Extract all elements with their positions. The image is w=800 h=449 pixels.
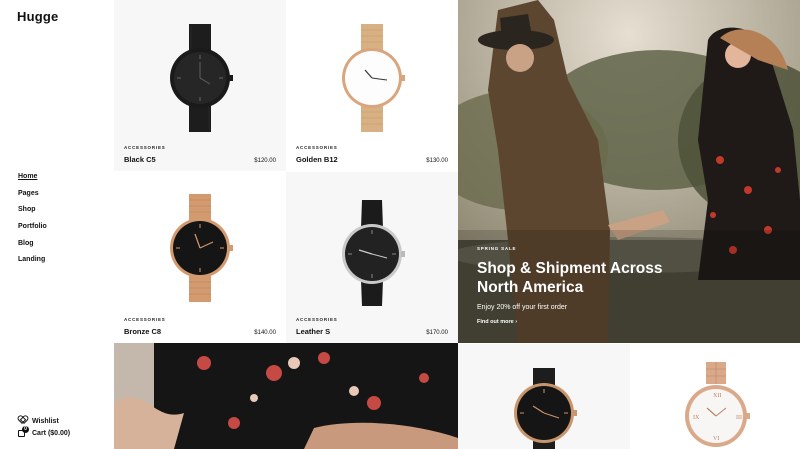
product-card[interactable]: ACCESSORIES Golden B12 $130.00 (286, 0, 458, 171)
black-watch-image (170, 24, 233, 132)
product-category: ACCESSORIES (296, 145, 338, 150)
product-card[interactable]: ACCESSORIES Black C5 $120.00 (114, 0, 286, 171)
product-name[interactable]: Black C5 (124, 155, 156, 164)
floral-dress-photo (114, 343, 458, 449)
product-price: $170.00 (426, 330, 448, 336)
nav-item-blog[interactable]: Blog (18, 238, 47, 255)
svg-text:III: III (736, 415, 742, 421)
svg-text:VI: VI (713, 436, 719, 442)
heart-icon (18, 416, 28, 426)
find-out-more-link[interactable]: Find out more › (477, 319, 517, 325)
cart-link[interactable]: 0 Cart ($0.00) (18, 426, 71, 439)
logo[interactable]: Hugge (17, 9, 58, 24)
leather-watch-image (342, 200, 405, 306)
product-card[interactable]: ACCESSORIES Leather S $170.00 (286, 172, 458, 343)
rose-gold-link-watch-image: XII III VI IX (685, 362, 750, 447)
floral-banner[interactable] (114, 343, 458, 449)
product-price: $130.00 (426, 158, 448, 164)
main-nav: Home Pages Shop Portfolio Blog Landing (18, 171, 47, 271)
product-category: ACCESSORIES (124, 317, 166, 322)
hero-subtext: Enjoy 20% off your first order (477, 304, 568, 311)
product-name[interactable]: Golden B12 (296, 155, 338, 164)
sidebar: Hugge Home Pages Shop Portfolio Blog Lan… (0, 0, 114, 449)
product-card[interactable]: ACCESSORIES Bronze C8 $140.00 (114, 172, 286, 343)
bag-icon: 0 (18, 426, 29, 438)
product-name[interactable]: Leather S (296, 327, 330, 336)
product-price: $120.00 (254, 158, 276, 164)
nav-item-shop[interactable]: Shop (18, 204, 47, 221)
product-card[interactable]: XII III VI IX (630, 344, 800, 449)
svg-text:IX: IX (693, 415, 700, 421)
svg-text:XII: XII (713, 393, 721, 399)
nav-item-landing[interactable]: Landing (18, 254, 47, 271)
nav-item-home[interactable]: Home (18, 171, 47, 188)
hero-banner[interactable]: SPRING SALE Shop & Shipment Across North… (458, 0, 800, 343)
nav-item-portfolio[interactable]: Portfolio (18, 221, 47, 238)
cart-count-badge: 0 (22, 426, 29, 433)
product-name[interactable]: Bronze C8 (124, 327, 161, 336)
nav-item-pages[interactable]: Pages (18, 188, 47, 205)
product-category: ACCESSORIES (296, 317, 338, 322)
black-rose-watch-image (514, 368, 577, 449)
hero-tag: SPRING SALE (477, 246, 517, 251)
product-category: ACCESSORIES (124, 145, 166, 150)
product-card[interactable] (458, 344, 630, 449)
sidebar-footer: Wishlist 0 Cart ($0.00) (18, 415, 70, 439)
bronze-watch-image (170, 194, 233, 302)
cart-label: Cart ($0.00) (32, 429, 71, 437)
hero-headline: Shop & Shipment Across North America (477, 260, 663, 296)
wishlist-label: Wishlist (32, 417, 59, 425)
product-price: $140.00 (254, 330, 276, 336)
gold-mesh-watch-image (342, 24, 405, 132)
